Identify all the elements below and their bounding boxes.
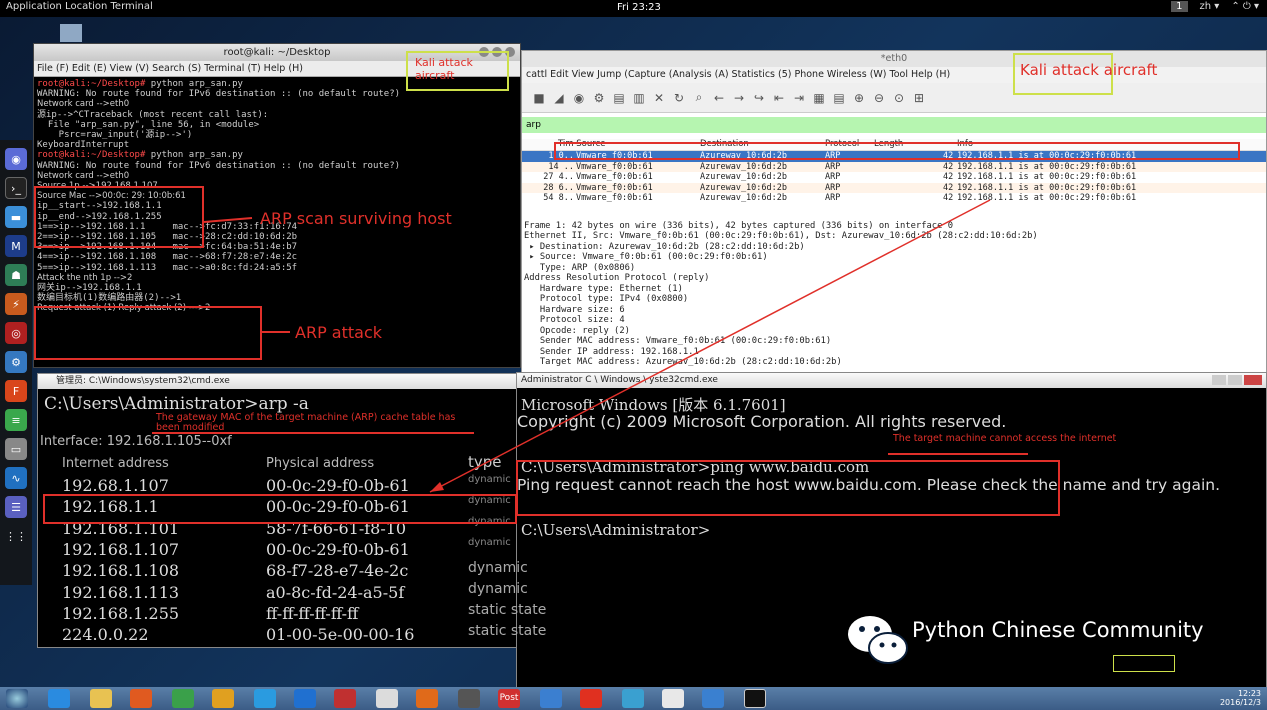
arrow-line <box>429 199 991 493</box>
cmd-taskbar-icon[interactable] <box>744 689 766 708</box>
explorer-icon[interactable] <box>90 689 112 708</box>
windows-taskbar: Post 12:23 2016/12/3 <box>0 687 1267 710</box>
firefox-icon[interactable] <box>416 689 438 708</box>
app-icon[interactable] <box>580 689 602 708</box>
chrome-icon[interactable] <box>212 689 234 708</box>
app-icon[interactable] <box>172 689 194 708</box>
app-icon[interactable] <box>294 689 316 708</box>
ie-icon[interactable] <box>48 689 70 708</box>
annotation-arrows <box>203 199 991 493</box>
system-tray: 12:23 2016/12/3 <box>1220 689 1261 707</box>
arrow-head <box>430 482 444 492</box>
wechat-bubbles <box>848 616 908 664</box>
tray-time[interactable]: 12:23 <box>1220 689 1261 698</box>
media-icon[interactable] <box>130 689 152 708</box>
app-icon[interactable] <box>662 689 684 708</box>
start-button[interactable] <box>6 689 28 708</box>
app-icon[interactable] <box>376 689 398 708</box>
app-icon[interactable] <box>622 689 644 708</box>
app-icon[interactable] <box>458 689 480 708</box>
tray-date[interactable]: 2016/12/3 <box>1220 698 1261 707</box>
desktop: Application Location Terminal Fri 23:23 … <box>0 0 1267 710</box>
watermark-text: Python Chinese Community <box>912 618 1204 642</box>
post-icon[interactable]: Post <box>498 689 520 708</box>
app-icon[interactable] <box>254 689 276 708</box>
app-icon[interactable] <box>702 689 724 708</box>
arrow-line <box>203 217 253 223</box>
app-icon[interactable] <box>334 689 356 708</box>
app-icon[interactable] <box>540 689 562 708</box>
wechat-logo-icon <box>846 612 910 674</box>
